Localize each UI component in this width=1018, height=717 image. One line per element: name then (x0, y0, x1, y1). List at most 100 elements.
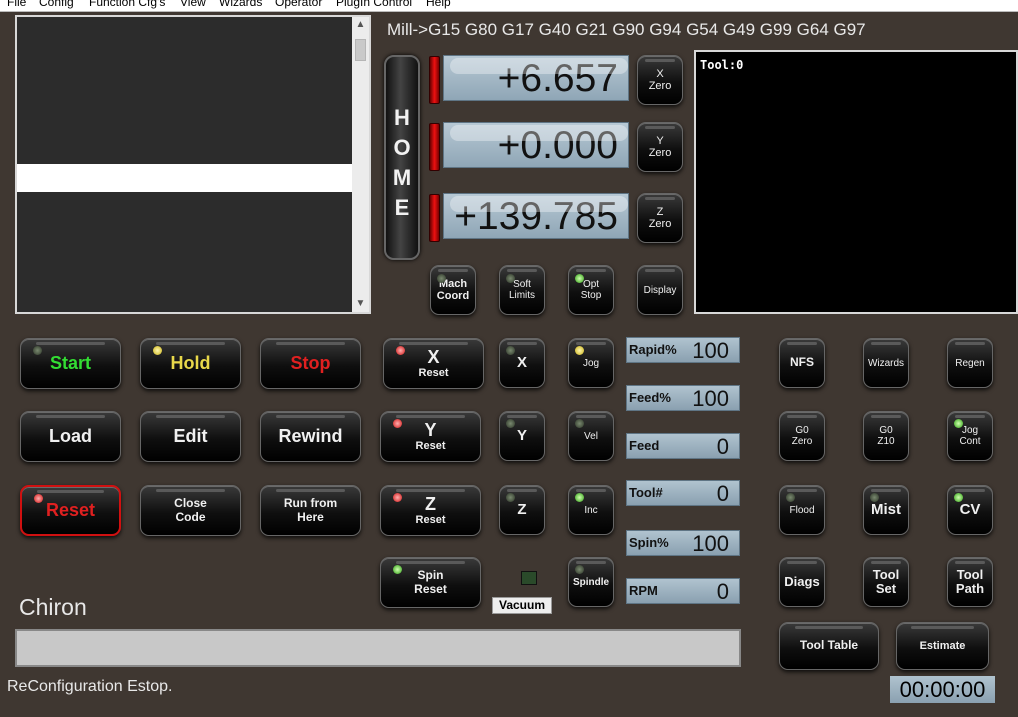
menu-function-cfgs[interactable]: Function Cfg's (89, 0, 165, 9)
menu-help[interactable]: Help (426, 0, 451, 9)
gcode-display[interactable]: ▲ ▼ (15, 15, 371, 314)
scroll-up-icon[interactable]: ▲ (352, 17, 369, 33)
axis-z-select-button[interactable]: Z (499, 485, 545, 535)
feed-label: Feed (629, 438, 660, 453)
cv-button[interactable]: CV (947, 485, 993, 535)
jog-cont-button[interactable]: Jog Cont (947, 411, 993, 461)
nfs-button[interactable]: NFS (779, 338, 825, 388)
wizards-button[interactable]: Wizards (863, 338, 909, 388)
stop-button[interactable]: Stop (260, 338, 361, 389)
inc-led (575, 493, 584, 502)
flood-label: Flood (789, 504, 815, 516)
axis-y-led (506, 419, 515, 428)
rapid-override-readout[interactable]: Rapid% 100 (626, 337, 740, 363)
spin-pct-label: Spin% (629, 535, 669, 550)
status-line: ReConfiguration Estop. (7, 678, 173, 695)
tool-set-button[interactable]: Tool Set (863, 557, 909, 607)
menu-wizards[interactable]: Wizards (219, 0, 262, 9)
x-reset-label: Reset (418, 367, 449, 380)
mist-button[interactable]: Mist (863, 485, 909, 535)
y-zero-button[interactable]: Y Zero (637, 122, 683, 172)
spin-reset-led (393, 565, 402, 574)
mist-led (870, 493, 879, 502)
rewind-label: Rewind (278, 425, 343, 446)
tool-number-readout[interactable]: Tool# 0 (626, 480, 740, 506)
run-from-here-label: Run from (283, 496, 338, 511)
reset-led (34, 494, 43, 503)
reset-button[interactable]: Reset (20, 485, 121, 536)
feed-override-readout[interactable]: Feed% 100 (626, 385, 740, 411)
menu-plugin-control[interactable]: PlugIn Control (336, 0, 412, 9)
start-button[interactable]: Start (20, 338, 121, 389)
vacuum-button[interactable]: Vacuum (492, 597, 552, 614)
z-reset-button[interactable]: Z Reset (380, 485, 481, 536)
menu-config[interactable]: Config (39, 0, 74, 9)
spindle-override-readout[interactable]: Spin% 100 (626, 530, 740, 556)
home-letter: E (394, 195, 410, 220)
mach-coord-button[interactable]: Mach Coord (430, 265, 476, 315)
diags-button[interactable]: Diags (779, 557, 825, 607)
regen-button[interactable]: Regen (947, 338, 993, 388)
diags-label: Diags (784, 573, 820, 589)
vel-button[interactable]: Vel (568, 411, 614, 461)
axis-y-label: Y (516, 426, 527, 444)
z-zero-button[interactable]: Z Zero (637, 193, 683, 243)
estimate-button[interactable]: Estimate (896, 622, 989, 670)
rpm-label: RPM (629, 583, 658, 598)
gcode-scrollbar[interactable]: ▲ ▼ (352, 17, 369, 312)
g0-z10-button[interactable]: G0 Z10 (863, 411, 909, 461)
display-button[interactable]: Display (637, 265, 683, 315)
feed-pct-label: Feed% (629, 390, 671, 405)
scrollbar-thumb[interactable] (355, 39, 366, 61)
x-dro[interactable]: +6.657 (443, 55, 629, 101)
menu-operator[interactable]: Operator (275, 0, 322, 9)
soft-limits-button[interactable]: Soft Limits (499, 265, 545, 315)
close-code-button[interactable]: Close Code (140, 485, 241, 536)
jog-cont-label-2: Cont (959, 436, 981, 447)
mdi-input[interactable] (15, 629, 741, 667)
axis-y-select-button[interactable]: Y (499, 411, 545, 461)
edit-button[interactable]: Edit (140, 411, 241, 462)
run-from-here-button[interactable]: Run from Here (260, 485, 361, 536)
y-reset-button[interactable]: Y Reset (380, 411, 481, 462)
tool-table-label: Tool Table (799, 638, 859, 653)
jog-button[interactable]: Jog (568, 338, 614, 388)
axis-x-select-button[interactable]: X (499, 338, 545, 388)
run-from-here-label-2: Here (297, 509, 324, 524)
opt-stop-button[interactable]: Opt Stop (568, 265, 614, 315)
toolpath-display[interactable]: Tool:0 (694, 50, 1018, 314)
regen-label: Regen (955, 357, 985, 369)
inc-button[interactable]: Inc (568, 485, 614, 535)
z-zero-label: Zero (648, 218, 672, 230)
tool-number-label: Tool# (629, 485, 663, 500)
rewind-button[interactable]: Rewind (260, 411, 361, 462)
tool-table-button[interactable]: Tool Table (779, 622, 879, 670)
hold-label: Hold (170, 352, 211, 373)
x-zero-button[interactable]: X Zero (637, 55, 683, 105)
y-ref-led (429, 123, 440, 171)
soft-limits-label-2: Limits (508, 290, 536, 301)
tool-path-button[interactable]: Tool Path (947, 557, 993, 607)
spindle-button[interactable]: Spindle (568, 557, 614, 607)
spin-reset-button[interactable]: Spin Reset (380, 557, 481, 608)
menu-file[interactable]: File (7, 0, 26, 9)
hold-button[interactable]: Hold (140, 338, 241, 389)
home-button[interactable]: H O M E (384, 55, 420, 260)
z-dro[interactable]: +139.785 (443, 193, 629, 239)
active-gcodes: Mill->G15 G80 G17 G40 G21 G90 G94 G54 G4… (387, 20, 866, 39)
rpm-readout[interactable]: RPM 0 (626, 578, 740, 604)
mach-coord-led (437, 274, 446, 283)
scroll-down-icon[interactable]: ▼ (352, 296, 369, 312)
g0-zero-button[interactable]: G0 Zero (779, 411, 825, 461)
z-reset-led (393, 493, 402, 502)
menu-view[interactable]: View (180, 0, 206, 9)
stop-label: Stop (290, 352, 331, 373)
tool-path-label-2: Path (955, 581, 985, 596)
home-letter: H (394, 105, 410, 130)
home-letter: O (393, 135, 411, 160)
flood-button[interactable]: Flood (779, 485, 825, 535)
feed-readout[interactable]: Feed 0 (626, 433, 740, 459)
y-dro[interactable]: +0.000 (443, 122, 629, 168)
x-reset-button[interactable]: X Reset (383, 338, 484, 389)
load-button[interactable]: Load (20, 411, 121, 462)
